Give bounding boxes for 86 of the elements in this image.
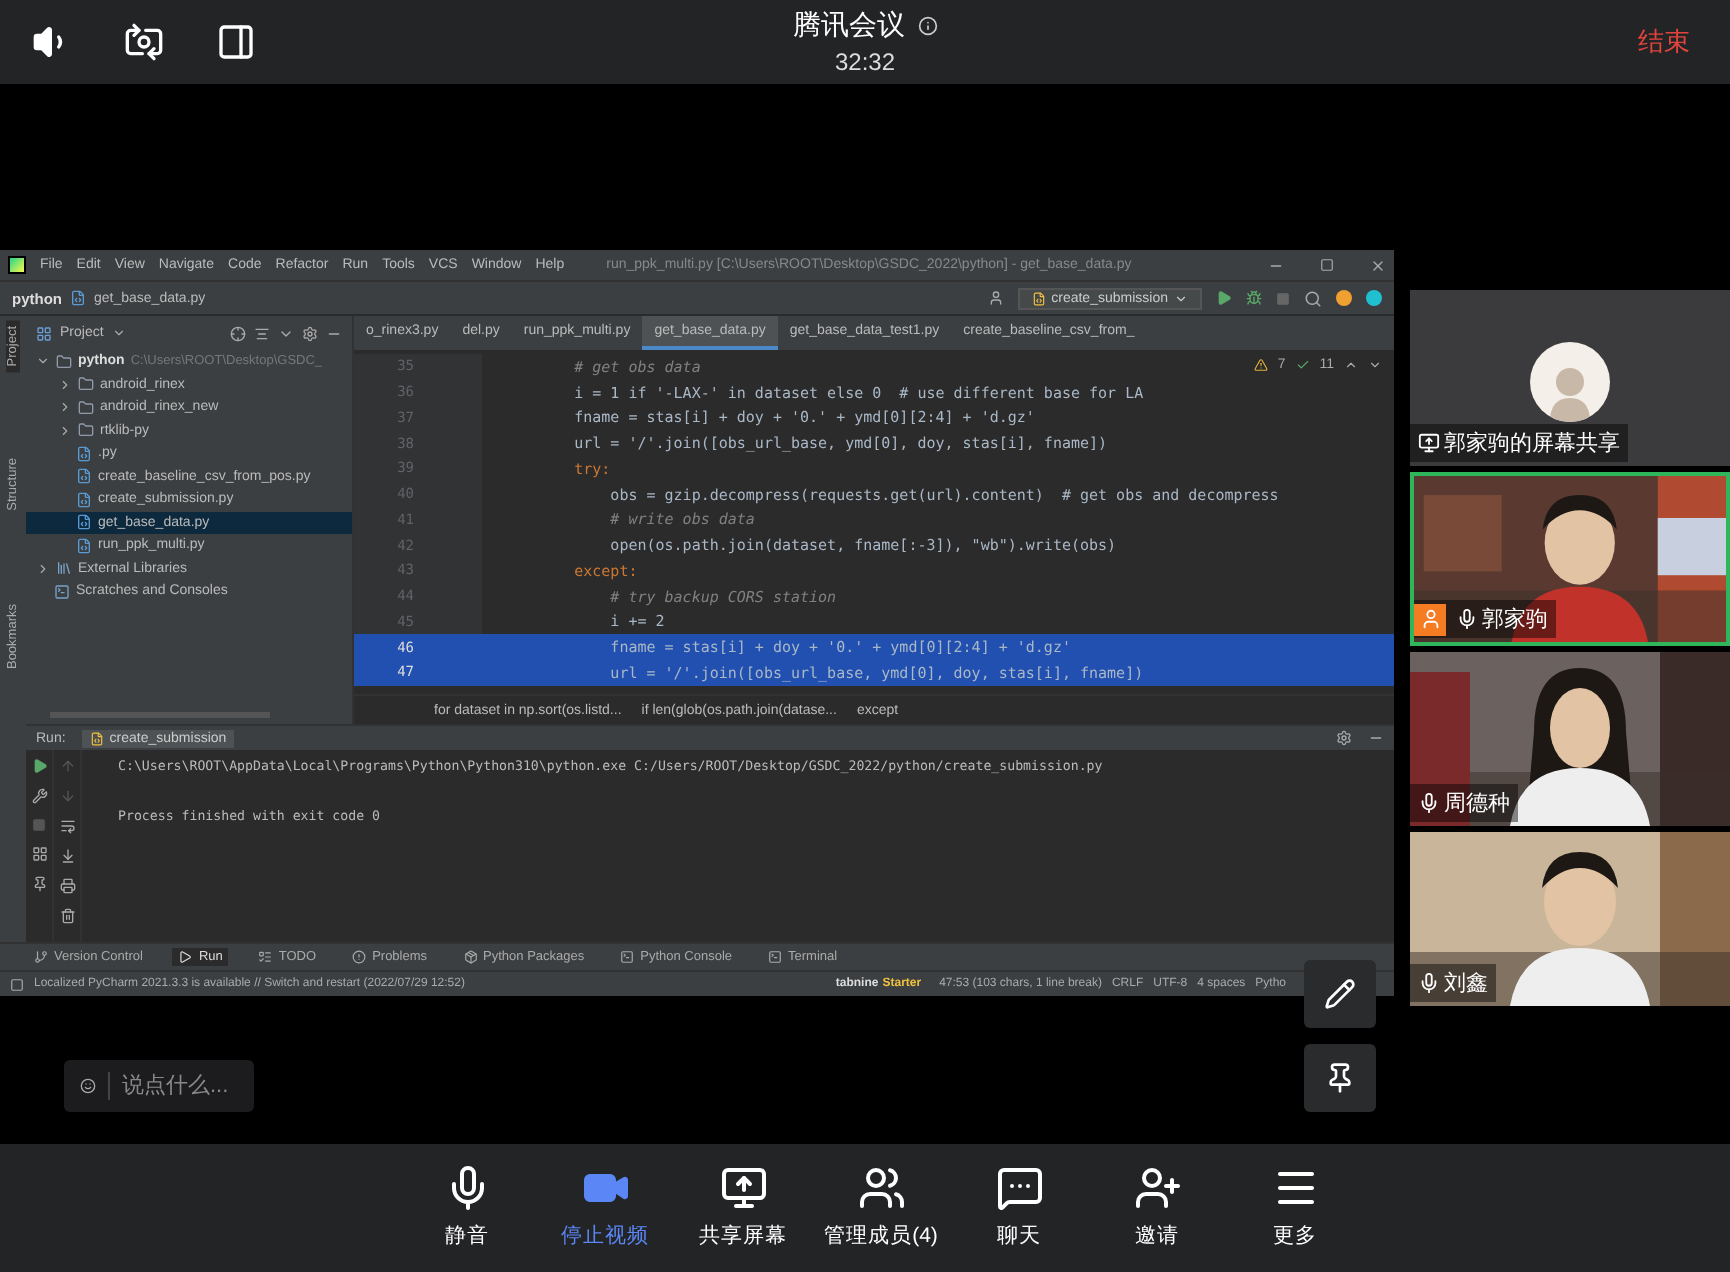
name-tag: 周德种 [1410,784,1518,822]
warning-icon [1253,358,1268,372]
pin-icon[interactable] [31,876,47,892]
meeting-timer: 32:32 [834,48,896,76]
search-icon[interactable] [1304,289,1322,307]
info-icon[interactable] [917,16,937,36]
layout-icon[interactable] [216,22,256,62]
folder-icon [78,422,94,439]
python-file-icon [76,537,92,554]
pin-button[interactable] [1304,1044,1376,1112]
python-file-icon [89,731,104,745]
annotate-button[interactable] [1304,960,1376,1028]
pin-icon [1324,1062,1356,1094]
run-icon [178,950,193,964]
python-file-icon [76,491,92,508]
collapse-icon[interactable] [254,325,270,341]
branch-icon [34,950,48,964]
user-icon[interactable] [987,290,1004,306]
microphone-icon [1418,972,1440,994]
name-tag: 刘鑫 [1410,964,1496,1002]
layout-icon[interactable] [31,846,47,862]
trash-icon[interactable] [59,908,75,924]
microphone-icon [1418,792,1440,814]
chat-icon [995,1164,1043,1212]
toolbar-button[interactable]: 管理成员(4) [812,1144,950,1272]
print-icon[interactable] [59,878,75,894]
console-icon [54,583,70,600]
folder-icon [56,353,72,370]
settings-icon[interactable] [1336,730,1352,746]
wrap-icon[interactable] [59,818,75,834]
run-icon[interactable] [31,758,47,774]
status-icon [10,977,24,991]
participant-tile[interactable]: 郭家驹 [1410,472,1730,646]
name-tag: 郭家驹 [1414,600,1556,638]
toolbar-button[interactable]: 邀请 [1088,1144,1226,1272]
folder-icon [78,399,94,416]
close-icon[interactable] [1370,257,1386,273]
chat-field[interactable]: 说点什么... [64,1060,254,1112]
python-file-icon [1031,291,1046,305]
toolbar-button[interactable]: 停止视频 [536,1144,674,1272]
participant-tile[interactable]: 郭家驹的屏幕共享 [1410,290,1730,466]
toolbar-button[interactable]: 静音 [398,1144,536,1272]
app-logo-icon [8,256,26,274]
toolbar-button[interactable]: 聊天 [950,1144,1088,1272]
check-icon [1295,358,1310,372]
emoji-icon[interactable] [80,1074,96,1098]
meeting-title: 腾讯会议 [793,8,905,44]
python-file-icon [76,445,92,462]
microphone-icon [1456,608,1478,630]
avatar [1530,342,1610,422]
toolbar-button[interactable]: 更多 [1226,1144,1364,1272]
python-file-icon [76,468,92,485]
run-icon[interactable] [1216,290,1232,306]
maximize-icon[interactable] [1320,257,1334,271]
chevron-icon [1174,291,1188,305]
name-tag: 郭家驹的屏幕共享 [1410,424,1628,462]
pencil-icon [1324,978,1356,1010]
wrench-icon[interactable] [31,788,47,804]
python-file-icon [76,514,92,531]
add-user-icon [1133,1164,1181,1212]
chevron-icon [111,326,126,340]
folder-icon [78,376,94,393]
settings-icon[interactable] [302,325,318,341]
plugin-icon[interactable] [1366,290,1382,306]
console-icon [620,950,635,964]
people-icon [857,1164,905,1212]
package-icon [463,950,478,964]
alert-icon [352,950,367,964]
panel-icon [36,325,52,341]
debug-icon[interactable] [1246,290,1262,306]
python-file-icon [70,290,86,306]
toolbar-button[interactable]: 共享屏幕 [674,1144,812,1272]
share-screen-icon [719,1164,767,1212]
chevron-down-icon[interactable] [1368,358,1382,372]
terminal-icon [768,950,783,964]
chevron-up-icon[interactable] [1344,358,1358,372]
end-meeting-button[interactable]: 结束 [1630,20,1698,64]
scroll-end-icon[interactable] [59,848,75,864]
update-icon[interactable] [1336,290,1352,306]
library-icon [56,560,72,577]
list-icon [258,950,273,964]
participant-tile[interactable]: 周德种 [1410,652,1730,826]
switch-camera-icon[interactable] [124,22,164,62]
locate-icon[interactable] [230,325,246,341]
screen-icon [1418,432,1440,454]
participant-tile[interactable]: 刘鑫 [1410,832,1730,1006]
